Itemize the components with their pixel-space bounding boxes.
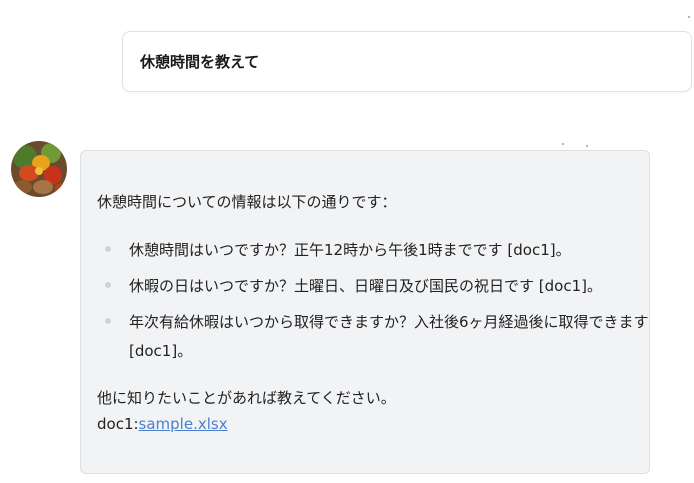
scroll-indicator-dot xyxy=(688,16,690,18)
assistant-message-bubble: 休憩時間についての情報は以下の通りです： 休憩時間はいつですか？正午12時から午… xyxy=(80,150,650,474)
user-message-text: 休憩時間を教えて xyxy=(140,53,260,71)
assistant-outro-text: 他に知りたいことがあれば教えてください。 xyxy=(97,389,396,407)
citation-link[interactable]: sample.xlsx xyxy=(139,415,228,433)
vegetables-avatar-icon xyxy=(11,141,67,197)
list-bullet xyxy=(105,318,111,324)
list-item: 休暇の日はいつですか？土曜日、日曜日及び国民の祝日です [doc1]。 xyxy=(129,277,602,295)
user-message-bubble: 休憩時間を教えて xyxy=(122,31,692,92)
list-item-continuation: [doc1]。 xyxy=(129,342,193,360)
list-item: 年次有給休暇はいつから取得できますか？入社後6ヶ月経過後に取得できます xyxy=(129,313,649,331)
decorative-dot xyxy=(586,145,588,147)
citation: doc1:sample.xlsx xyxy=(97,415,228,433)
assistant-intro-text: 休憩時間についての情報は以下の通りです： xyxy=(97,193,397,211)
chat-view: 休憩時間を教えて 休憩時間についての情報は以下の通りです： 休憩時間はいつですか… xyxy=(0,0,694,483)
decorative-dot xyxy=(562,143,564,145)
list-bullet xyxy=(105,246,111,252)
list-bullet xyxy=(105,282,111,288)
citation-prefix: doc1: xyxy=(97,415,139,433)
list-item: 休憩時間はいつですか？正午12時から午後1時までです [doc1]。 xyxy=(129,241,571,259)
